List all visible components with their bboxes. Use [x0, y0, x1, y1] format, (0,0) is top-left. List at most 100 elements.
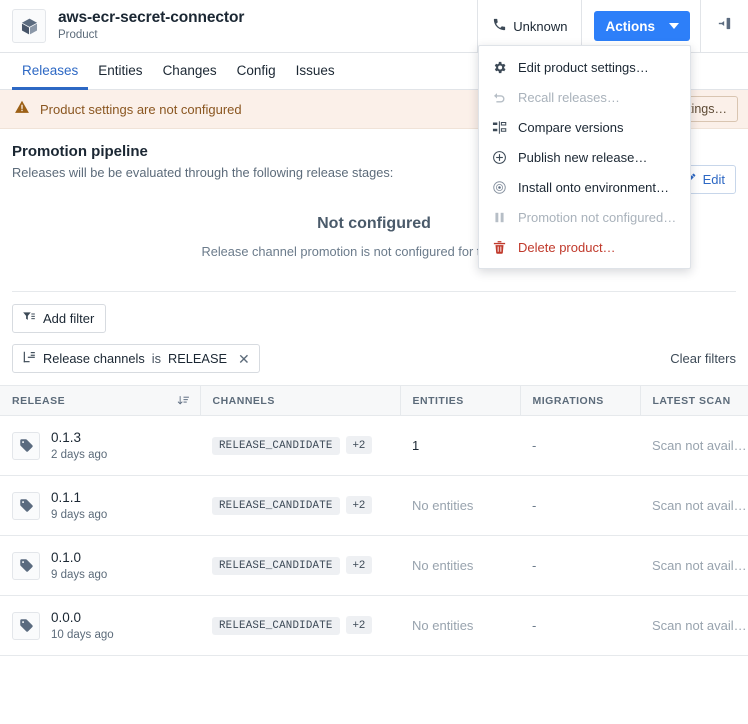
cell-channels: RELEASE_CANDIDATE +2 [200, 595, 400, 656]
tab-config[interactable]: Config [227, 54, 286, 90]
tab-releases[interactable]: Releases [12, 54, 89, 90]
promotion-pipeline-title: Promotion pipeline [12, 143, 148, 160]
cell-migrations: - [520, 595, 640, 656]
filter-chip-release-channels[interactable]: Release channels is RELEASE ✕ [12, 344, 260, 373]
cell-migrations: - [520, 475, 640, 536]
clear-filters-link[interactable]: Clear filters [670, 351, 736, 366]
actions-button[interactable]: Actions [594, 11, 690, 41]
release-age: 9 days ago [51, 568, 108, 581]
trash-icon [491, 239, 507, 255]
branch-icon [22, 350, 36, 367]
menu-item-promotion-not-configured: Promotion not configured… [479, 202, 690, 232]
channel-badge: RELEASE_CANDIDATE [212, 617, 340, 635]
column-header-label: CHANNELS [212, 394, 275, 407]
compare-icon [491, 119, 507, 135]
column-header-entities[interactable]: ENTITIES [400, 385, 521, 416]
migrations-value: - [532, 438, 537, 453]
close-icon[interactable]: ✕ [238, 352, 250, 366]
menu-item-label: Recall releases… [518, 89, 620, 105]
menu-item-edit-product-settings[interactable]: Edit product settings… [479, 52, 690, 82]
releases-table-head: RELEASE CHANNELS ENTITIES MIGRATIONS LAT… [0, 385, 748, 416]
table-header-row: RELEASE CHANNELS ENTITIES MIGRATIONS LAT… [0, 385, 748, 416]
tab-label: Config [236, 63, 276, 78]
warning-banner-text: Product settings are not configured [40, 101, 242, 117]
column-header-release[interactable]: RELEASE [0, 385, 201, 416]
channel-badge: RELEASE_CANDIDATE [212, 497, 340, 515]
tab-label: Changes [162, 63, 217, 78]
cell-entities: No entities [400, 475, 520, 536]
migrations-value: - [532, 498, 537, 513]
latest-scan-value: Scan not avail… [652, 498, 747, 513]
filter-toolbar: Add filter Release channels is RELEASE ✕ [0, 292, 748, 373]
releases-table-body: 0.1.3 2 days ago RELEASE_CANDIDATE +2 1 -… [0, 415, 748, 656]
cell-entities: 1 [400, 415, 520, 476]
menu-item-label: Compare versions [518, 119, 624, 135]
column-header-migrations[interactable]: MIGRATIONS [520, 385, 641, 416]
channel-overflow-badge[interactable]: +2 [345, 496, 373, 514]
table-row[interactable]: 0.0.0 10 days ago RELEASE_CANDIDATE +2 No… [0, 595, 748, 656]
panel-toggle-cell[interactable] [701, 0, 748, 53]
menu-item-delete-product[interactable]: Delete product… [479, 232, 690, 262]
collapse-panel-icon[interactable] [716, 15, 733, 37]
filter-chip-field: Release channels [43, 351, 145, 366]
release-version: 0.1.0 [51, 550, 82, 566]
filter-chip-value: RELEASE [167, 351, 228, 366]
latest-scan-value: Scan not avail… [652, 438, 747, 453]
migrations-value: - [532, 558, 537, 573]
cell-release[interactable]: 0.1.3 2 days ago [0, 415, 200, 476]
menu-item-label: Delete product… [518, 239, 616, 255]
channel-overflow-badge[interactable]: +2 [345, 436, 373, 454]
menu-item-recall-releases: Recall releases… [479, 82, 690, 112]
table-row[interactable]: 0.1.0 9 days ago RELEASE_CANDIDATE +2 No … [0, 535, 748, 596]
undo-icon [491, 89, 507, 105]
warning-triangle-icon [14, 99, 30, 120]
promotion-pipeline-description: Releases will be be evaluated through th… [12, 165, 394, 180]
release-age: 2 days ago [51, 448, 108, 461]
menu-item-install-onto-environment[interactable]: Install onto environment… [479, 172, 690, 202]
chevron-down-icon [669, 23, 679, 29]
entities-value: No entities [412, 618, 474, 633]
release-age: 10 days ago [51, 628, 114, 641]
cell-channels: RELEASE_CANDIDATE +2 [200, 415, 400, 476]
app-root: aws-ecr-secret-connector Product Unknown… [0, 0, 748, 724]
menu-item-compare-versions[interactable]: Compare versions [479, 112, 690, 142]
menu-item-label: Publish new release… [518, 149, 648, 165]
cell-latest-scan: Scan not avail… [640, 415, 748, 476]
column-header-label: RELEASE [12, 394, 66, 407]
latest-scan-value: Scan not avail… [652, 558, 747, 573]
column-header-label: ENTITIES [412, 394, 464, 407]
cell-release[interactable]: 0.1.0 9 days ago [0, 535, 200, 596]
cell-release[interactable]: 0.0.0 10 days ago [0, 595, 200, 656]
phone-icon [492, 17, 507, 35]
tag-icon [12, 611, 40, 640]
table-row[interactable]: 0.1.1 9 days ago RELEASE_CANDIDATE +2 No … [0, 475, 748, 536]
cell-migrations: - [520, 415, 640, 476]
tab-entities[interactable]: Entities [88, 54, 152, 90]
tab-changes[interactable]: Changes [153, 54, 227, 90]
sort-descending-icon[interactable] [177, 394, 190, 407]
channel-overflow-badge[interactable]: +2 [345, 616, 373, 634]
section-divider [12, 291, 736, 292]
entities-value: No entities [412, 558, 474, 573]
column-header-channels[interactable]: CHANNELS [200, 385, 401, 416]
cell-release[interactable]: 0.1.1 9 days ago [0, 475, 200, 536]
tab-issues[interactable]: Issues [286, 54, 345, 90]
release-age: 9 days ago [51, 508, 108, 521]
column-header-label: MIGRATIONS [532, 394, 604, 407]
edit-pipeline-label: Edit [702, 172, 725, 187]
page-subtitle: Product [58, 29, 98, 42]
latest-scan-value: Scan not avail… [652, 618, 747, 633]
column-header-latest-scan[interactable]: LATEST SCAN [640, 385, 748, 416]
menu-item-label: Install onto environment… [518, 179, 670, 195]
filter-chip-operator: is [151, 351, 161, 366]
cell-channels: RELEASE_CANDIDATE +2 [200, 535, 400, 596]
menu-item-publish-new-release[interactable]: Publish new release… [479, 142, 690, 172]
cell-channels: RELEASE_CANDIDATE +2 [200, 475, 400, 536]
table-row[interactable]: 0.1.3 2 days ago RELEASE_CANDIDATE +2 1 -… [0, 415, 748, 476]
migrations-value: - [532, 618, 537, 633]
channel-overflow-badge[interactable]: +2 [345, 556, 373, 574]
cube-icon [12, 9, 46, 43]
tag-icon [12, 491, 40, 520]
add-filter-button[interactable]: Add filter [12, 304, 107, 333]
target-icon [491, 179, 507, 195]
